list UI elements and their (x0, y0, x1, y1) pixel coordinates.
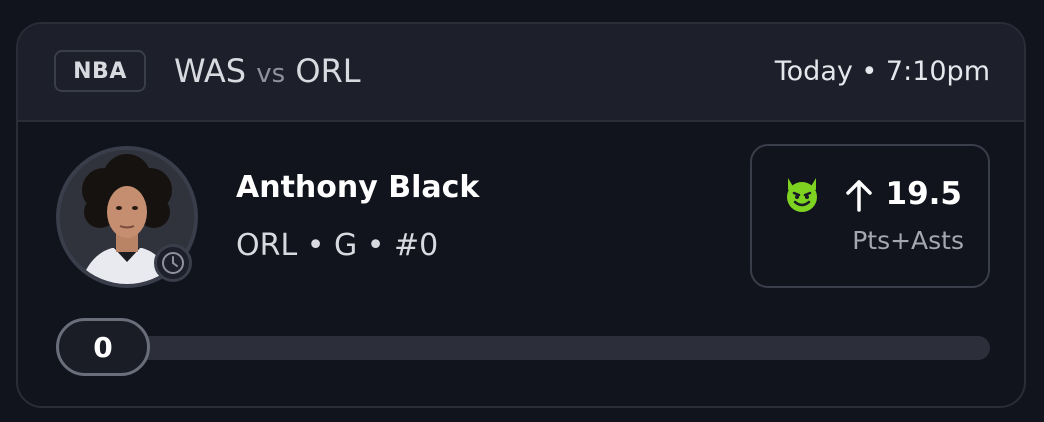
devil-face-icon (787, 178, 817, 212)
home-team: ORL (295, 52, 361, 90)
stat-type: Pts+Asts (852, 226, 964, 255)
line-value: 19.5 (885, 176, 963, 212)
prop-card[interactable]: NBA WAS vs ORL Today • 7:10pm Anthony Bl… (16, 22, 1026, 408)
league-badge: NBA (54, 50, 146, 92)
progress-track (58, 336, 990, 360)
player-avatar-wrap[interactable] (56, 146, 198, 288)
vs-label: vs (256, 59, 286, 89)
game-header: NBA WAS vs ORL Today • 7:10pm (18, 24, 1024, 122)
pick-button[interactable]: 19.5 Pts+Asts (750, 144, 990, 288)
clock-icon (154, 244, 192, 282)
player-meta: ORL • G • #0 (236, 228, 439, 263)
away-team: WAS (174, 52, 247, 90)
matchup: WAS vs ORL (174, 50, 361, 95)
player-name: Anthony Black (236, 170, 480, 205)
arrow-up-icon (846, 180, 872, 212)
game-time: Today • 7:10pm (774, 56, 990, 87)
progress-value: 0 (56, 318, 150, 376)
